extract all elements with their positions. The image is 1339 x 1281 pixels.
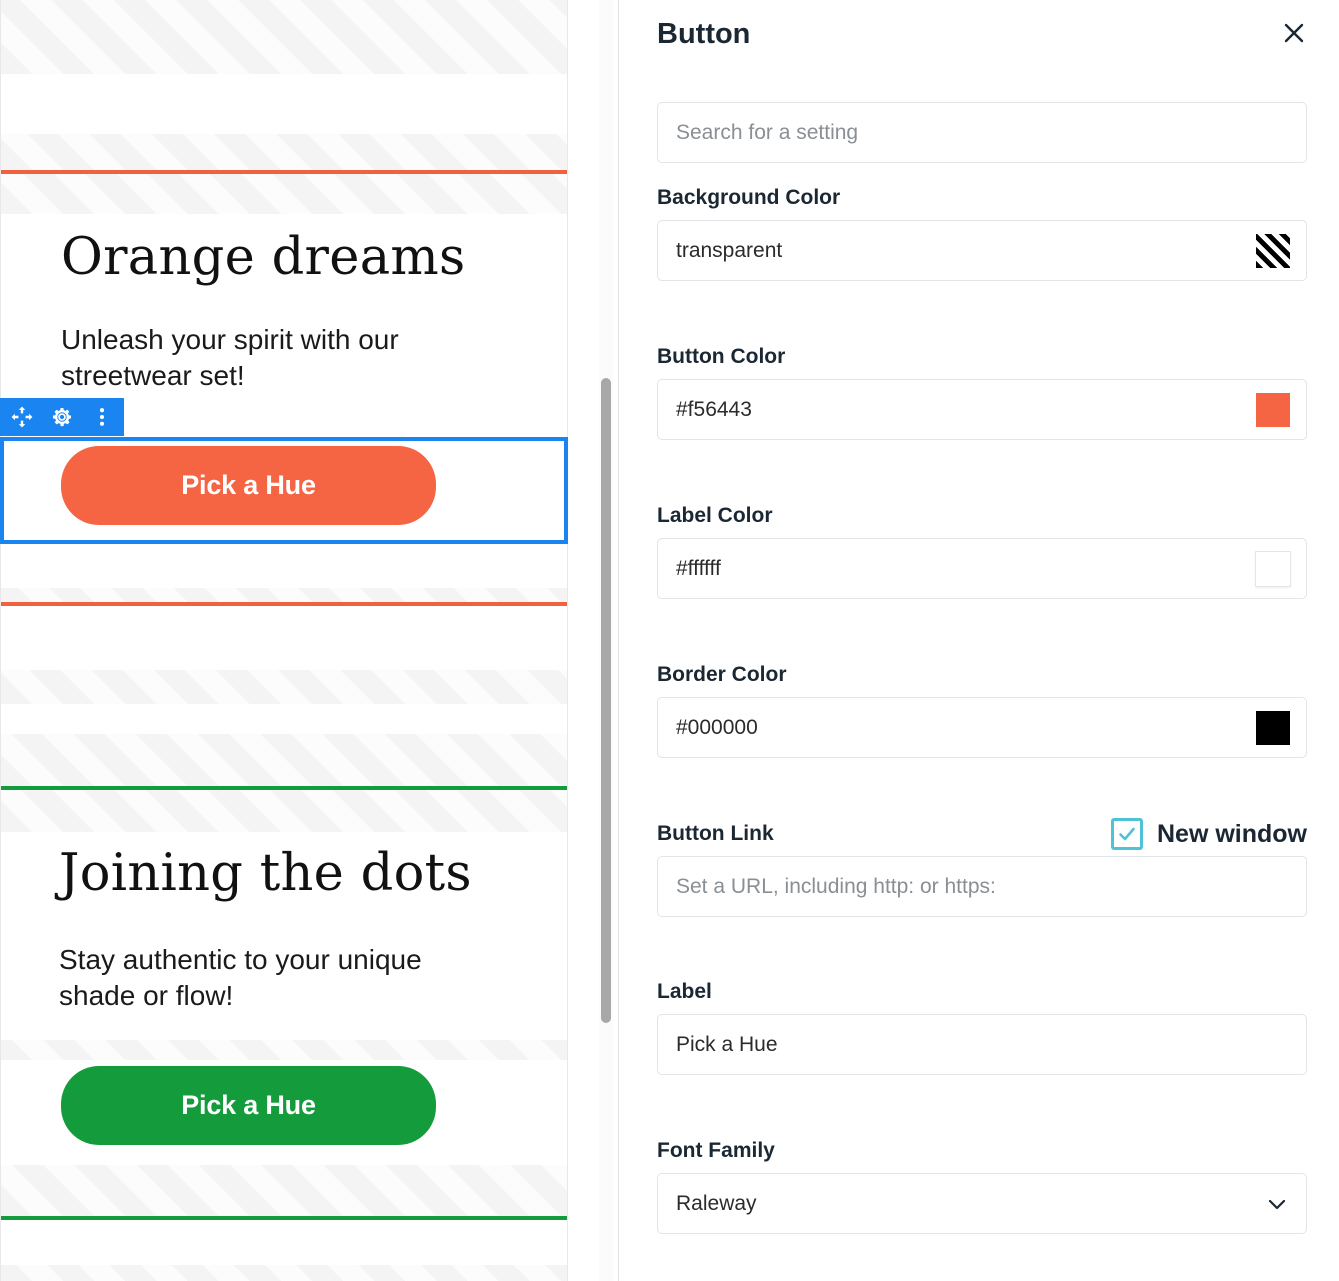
content-block	[1, 606, 567, 670]
more-vertical-icon[interactable]	[89, 404, 115, 430]
pane-divider	[618, 0, 619, 1281]
border-color-swatch[interactable]	[1256, 710, 1290, 745]
spacer-block	[1, 1040, 567, 1060]
button-link-input[interactable]: Set a URL, including http: or https:	[657, 856, 1307, 917]
label-group: Label Pick a Hue	[657, 980, 1307, 1075]
button-link-placeholder: Set a URL, including http: or https:	[676, 874, 996, 898]
label-color-label: Label Color	[657, 504, 773, 527]
button-color-swatch[interactable]	[1256, 392, 1290, 427]
preview-scrollbar-track[interactable]	[599, 0, 613, 1281]
search-input-placeholder: Search for a setting	[676, 120, 859, 144]
label-input[interactable]: Pick a Hue	[657, 1014, 1307, 1075]
content-block	[1, 1220, 567, 1265]
label-field-label: Label	[657, 980, 712, 1003]
content-block	[1, 704, 567, 734]
label-value: Pick a Hue	[676, 1032, 778, 1056]
chevron-down-icon[interactable]	[1266, 1193, 1288, 1215]
border-color-input[interactable]: #000000	[657, 697, 1307, 758]
border-color-value: #000000	[676, 715, 758, 739]
button-link-group: Button Link New window Set a URL, includ…	[657, 818, 1307, 917]
spacer-block	[1, 790, 567, 832]
spacer-block	[1, 1165, 567, 1216]
section-title: Joining the dots	[59, 844, 472, 903]
label-color-swatch[interactable]	[1256, 551, 1290, 586]
spacer-block	[1, 134, 567, 170]
font-family-label: Font Family	[657, 1139, 775, 1162]
label-color-input[interactable]: #ffffff	[657, 538, 1307, 599]
search-input[interactable]: Search for a setting	[657, 102, 1307, 163]
background-color-label: Background Color	[657, 186, 841, 209]
button-color-value: #f56443	[676, 397, 752, 421]
section-subtitle: Stay authentic to your unique shade or f…	[59, 944, 422, 1011]
font-family-select[interactable]: Raleway	[657, 1173, 1307, 1234]
content-block: Pick a Hue	[1, 1060, 567, 1165]
spacer-block	[1, 670, 567, 704]
preview-button-pick-a-hue-orange[interactable]: Pick a Hue	[61, 446, 436, 525]
border-color-label: Border Color	[657, 663, 787, 686]
spacer-block	[1, 734, 567, 786]
new-window-label: New window	[1157, 819, 1307, 848]
section-joining-the-dots: Joining the dots Stay authentic to your …	[1, 832, 567, 1040]
move-arrows-icon[interactable]	[9, 404, 35, 430]
button-color-input[interactable]: #f56443	[657, 379, 1307, 440]
spacer-block	[1, 174, 567, 214]
background-color-swatch[interactable]	[1256, 233, 1290, 268]
search-setting-group: Search for a setting	[657, 102, 1307, 163]
background-color-value: transparent	[676, 238, 783, 262]
new-window-toggle[interactable]: New window	[1111, 818, 1307, 850]
section-title: Orange dreams	[61, 228, 466, 287]
label-color-group: Label Color #ffffff	[657, 504, 1307, 599]
preview-button-pick-a-hue-green[interactable]: Pick a Hue	[61, 1066, 436, 1145]
element-toolbar[interactable]	[0, 398, 124, 436]
preview-scrollbar-thumb[interactable]	[601, 378, 611, 1023]
spacer-block	[1, 0, 567, 74]
button-color-label: Button Color	[657, 345, 786, 368]
font-family-value: Raleway	[676, 1191, 757, 1215]
gear-icon[interactable]	[49, 404, 75, 430]
border-color-group: Border Color #000000	[657, 663, 1307, 758]
settings-panel: Button Search for a setting Background C…	[619, 0, 1339, 1281]
close-icon[interactable]	[1277, 16, 1311, 50]
font-family-group: Font Family Raleway	[657, 1139, 1307, 1234]
content-block	[1, 74, 567, 134]
spacer-block	[1, 1265, 567, 1281]
page-preview-pane: Orange dreams Unleash your spirit with o…	[0, 0, 620, 1281]
app-root: Orange dreams Unleash your spirit with o…	[0, 0, 1339, 1281]
preview-canvas-column: Orange dreams Unleash your spirit with o…	[0, 0, 568, 1281]
spacer-block	[1, 588, 567, 602]
section-subtitle: Unleash your spirit with our streetwear …	[61, 324, 399, 391]
background-color-input[interactable]: transparent	[657, 220, 1307, 281]
panel-header: Button	[619, 0, 1339, 72]
label-color-value: #ffffff	[676, 556, 721, 580]
new-window-checkbox[interactable]	[1111, 818, 1143, 850]
button-color-group: Button Color #f56443	[657, 345, 1307, 440]
background-color-group: Background Color transparent	[657, 186, 1307, 281]
page-title: Button	[657, 18, 751, 50]
